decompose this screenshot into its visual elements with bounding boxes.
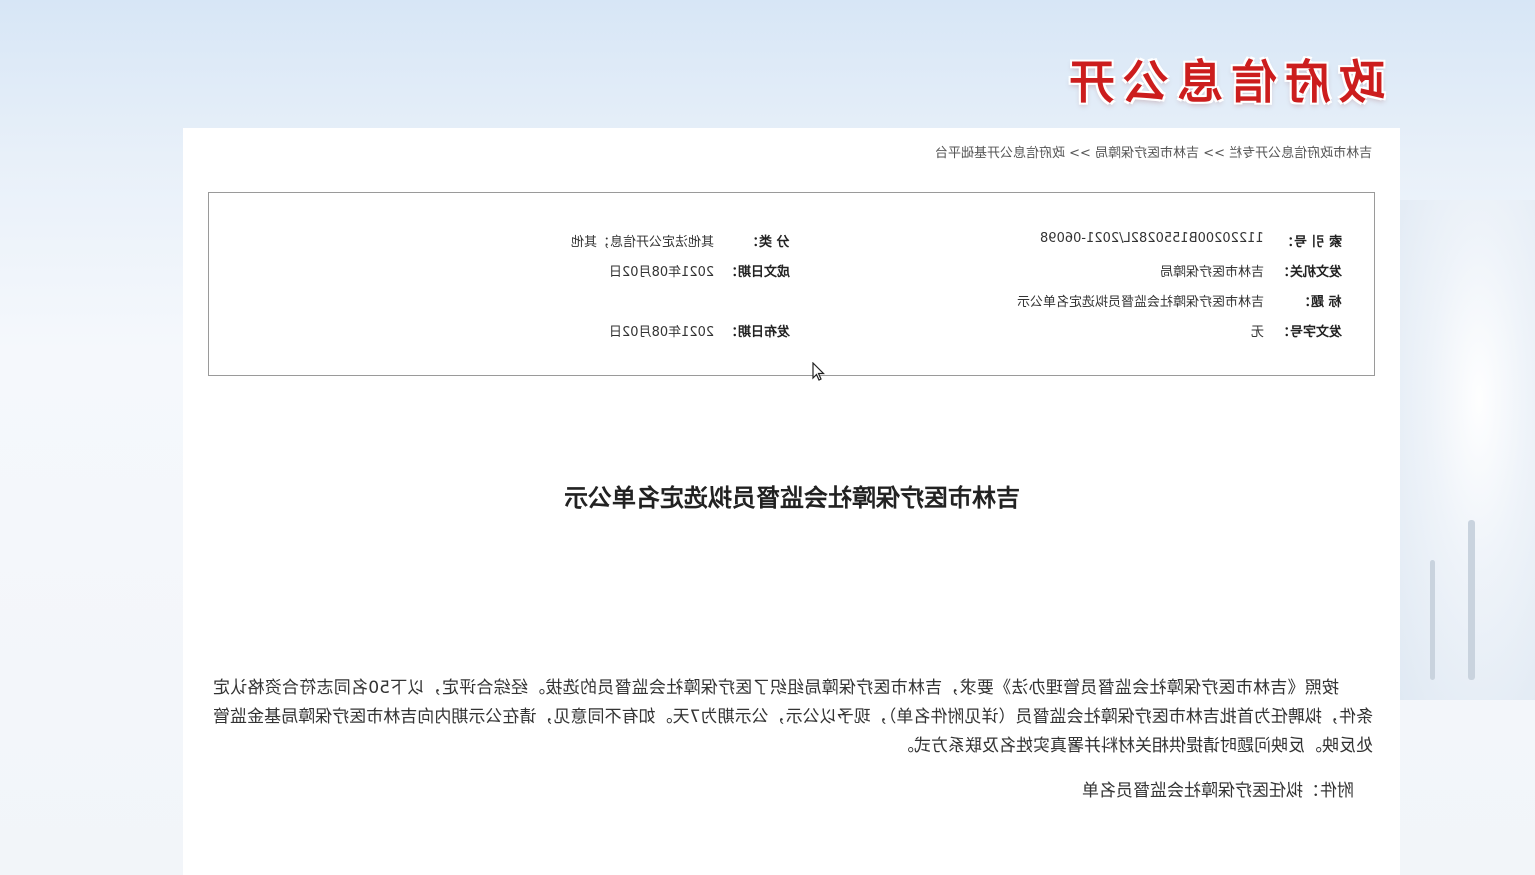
publish-date-label: 发布日期：: [724, 325, 790, 340]
breadcrumb[interactable]: 吉林市政府信息公开专栏 >> 吉林市医疗保障局 >> 政府信息公开基础平台: [935, 142, 1372, 161]
category-value: 其他法定公开信息；其他: [570, 235, 714, 250]
title-label: 标 题：: [1298, 295, 1342, 310]
index-value: 11220200B1550282L/2021-06098: [1040, 231, 1264, 246]
document-body: 按照《吉林市医疗保障社会监督员管理办法》要求，吉林市医疗保障局组织了医疗保障社会…: [213, 678, 1373, 756]
background-tree: [1430, 560, 1435, 680]
breadcrumb-text[interactable]: 吉林市政府信息公开专栏 >> 吉林市医疗保障局 >> 政府信息公开基础平台: [935, 142, 1372, 161]
attachment-text[interactable]: 附件：拟任医疗保障社会监督员名单: [1082, 776, 1354, 801]
document-title-text: 吉林市医疗保障社会监督员拟选定名单公示: [563, 484, 1020, 512]
index-label: 索 引 号：: [1280, 235, 1342, 250]
site-title: 政府信息公开: [1061, 55, 1385, 109]
document-metadata-box: 索 引 号： 11220200B1550282L/2021-06098 分 类：…: [208, 192, 1375, 376]
title-value: 吉林市医疗保障社会监督员拟选定名单公示: [1016, 295, 1264, 310]
content-panel: 吉林市政府信息公开专栏 >> 吉林市医疗保障局 >> 政府信息公开基础平台 索 …: [183, 128, 1400, 875]
background-tree: [1468, 520, 1475, 680]
written-date-label: 成文日期：: [724, 265, 790, 280]
background-snow-scene: [1395, 200, 1535, 700]
written-date-value: 2021年08月02日: [608, 265, 714, 280]
attachment-link[interactable]: 附件：拟任医疗保障社会监督员名单: [1082, 776, 1354, 801]
issuer-label: 发文机关：: [1276, 265, 1342, 280]
publish-date-value: 2021年08月02日: [608, 325, 714, 340]
document-title: 吉林市医疗保障社会监督员拟选定名单公示: [183, 478, 1400, 513]
issuer-value: 吉林市医疗保障局: [1159, 265, 1264, 280]
doc-number-value: 无: [1250, 325, 1264, 340]
category-label: 分 类：: [746, 235, 790, 250]
mouse-pointer-icon: [812, 362, 825, 381]
doc-number-label: 发文字号：: [1276, 325, 1342, 340]
